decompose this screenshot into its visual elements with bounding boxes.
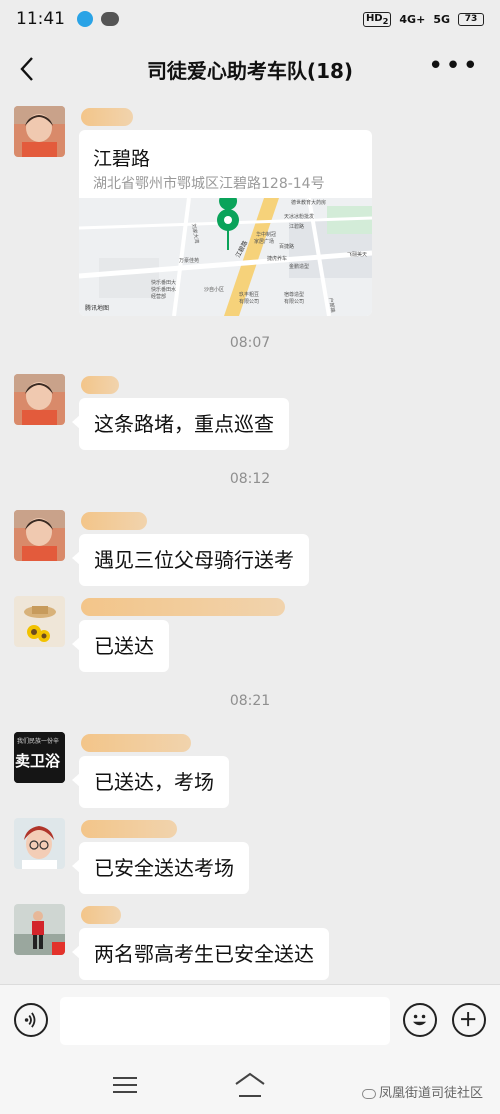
sender-name: [81, 598, 285, 616]
avatar[interactable]: [14, 106, 65, 157]
map-label: 有限公司: [284, 298, 304, 305]
back-arrow-icon[interactable]: [14, 54, 44, 84]
map-label: 飞翮美天: [347, 251, 367, 258]
avatar[interactable]: [14, 596, 65, 647]
avatar[interactable]: [14, 904, 65, 955]
chat-title: 司徒爱心助考车队(18): [146, 58, 354, 83]
message-bubble[interactable]: 已送达，考场: [72, 756, 229, 808]
map-label: 江碧路: [289, 223, 304, 230]
sender-name: [81, 376, 119, 394]
message-bubble[interactable]: 两名鄂高考生已安全送达: [72, 928, 329, 980]
home-icon[interactable]: [234, 1072, 266, 1098]
map-label: 华中制冠: [256, 231, 276, 238]
watermark: 凤凰街道司徒社区: [362, 1082, 483, 1101]
message-text: 我们民族一份辛 卖卫浴 已送达，考场: [14, 732, 484, 812]
signal-5g-icon: 5G: [433, 12, 450, 26]
message-text: 已安全送达考场: [14, 818, 484, 898]
location-title: 江碧路: [93, 148, 151, 170]
more-options-icon[interactable]: •••: [428, 53, 480, 79]
location-card[interactable]: 江碧路 湖北省鄂州市鄂城区江碧路128-14号 德世教育大药房 天冰冰粉批发 华…: [79, 130, 372, 316]
map-label: 有限公司: [239, 298, 259, 305]
system-navigation-bar: 凤凰街道司徒社区: [0, 1056, 500, 1114]
hd-sub: 2: [382, 15, 389, 26]
message-text: 这条路堵，重点巡查: [14, 374, 484, 454]
chat-input-bar: [0, 984, 500, 1056]
signal-4g-icon: 4G+: [399, 12, 426, 26]
message-text: 遇见三位父母骑行送考: [14, 510, 484, 590]
wechat-logo-icon: [362, 1088, 376, 1099]
map-label: 快乐番田水: [151, 286, 176, 293]
status-bar: 11:41 HD2 4G+ 5G 73: [0, 0, 500, 38]
sender-name: [81, 512, 147, 530]
status-indicators: HD2 4G+ 5G 73: [362, 11, 484, 27]
sender-name: [81, 906, 121, 924]
map-preview[interactable]: 德世教育大药房 天冰冰粉批发 华中制冠 家居广场 百捷路 江碧路 万豪佳苑 捷虎…: [79, 198, 372, 316]
hd-label: HD: [365, 12, 383, 24]
message-text: 已送达: [14, 596, 484, 676]
map-label: 玖丰粗豆: [239, 291, 259, 298]
map-label: 捷虎养车: [267, 255, 287, 262]
map-label: 宿尊造型: [284, 291, 304, 298]
sender-name: [81, 108, 133, 126]
message-bubble[interactable]: 这条路堵，重点巡查: [72, 398, 289, 450]
avatar[interactable]: [14, 374, 65, 425]
message-location: 江碧路 湖北省鄂州市鄂城区江碧路128-14号 德世教育大药房 天冰冰粉批发 华…: [14, 106, 484, 320]
map-label: 经营部: [151, 293, 166, 300]
message-bubble[interactable]: 遇见三位父母骑行送考: [72, 534, 309, 586]
avatar-caption: 我们民族一份辛: [17, 737, 59, 745]
map-label: 沙自小区: [204, 286, 224, 293]
menu-icon[interactable]: [113, 1076, 137, 1094]
watermark-text: 凤凰街道司徒社区: [379, 1086, 484, 1101]
clock: 11:41: [16, 9, 65, 29]
chat-header: 司徒爱心助考车队(18) •••: [0, 38, 500, 100]
avatar[interactable]: [14, 818, 65, 869]
map-credit: 腾讯地图: [85, 304, 109, 312]
emoji-icon[interactable]: [403, 1003, 437, 1037]
map-label: 万豪佳苑: [179, 257, 199, 264]
avatar[interactable]: 我们民族一份辛 卖卫浴: [14, 732, 65, 783]
location-address: 湖北省鄂州市鄂城区江碧路128-14号: [93, 176, 325, 192]
sender-name: [81, 820, 177, 838]
timestamp: 08:12: [229, 471, 271, 487]
timestamp: 08:21: [229, 693, 271, 709]
qq-notification-icon: [77, 11, 93, 27]
message-input[interactable]: [60, 997, 390, 1045]
message-text: 两名鄂高考生已安全送达: [14, 904, 484, 984]
map-label: 德世教育大药房: [291, 199, 326, 206]
map-label: 快乐番田大: [151, 279, 176, 286]
message-bubble[interactable]: 已安全送达考场: [72, 842, 249, 894]
sender-name: [81, 734, 191, 752]
message-bubble[interactable]: 已送达: [72, 620, 169, 672]
map-label: 百捷路: [279, 243, 294, 250]
hd-indicator: HD2: [362, 11, 392, 27]
timestamp: 08:07: [229, 335, 271, 351]
avatar-logo-text: 卖卫浴: [15, 752, 61, 770]
map-label: 天冰冰粉批发: [284, 213, 314, 220]
plus-icon[interactable]: [452, 1003, 486, 1037]
avatar[interactable]: [14, 510, 65, 561]
voice-input-icon[interactable]: [14, 1003, 48, 1037]
map-label: 金鹏造型: [289, 263, 309, 270]
map-label: 家居广场: [254, 238, 274, 245]
battery-icon: 73: [458, 12, 484, 26]
wechat-notification-icon: [101, 12, 119, 26]
